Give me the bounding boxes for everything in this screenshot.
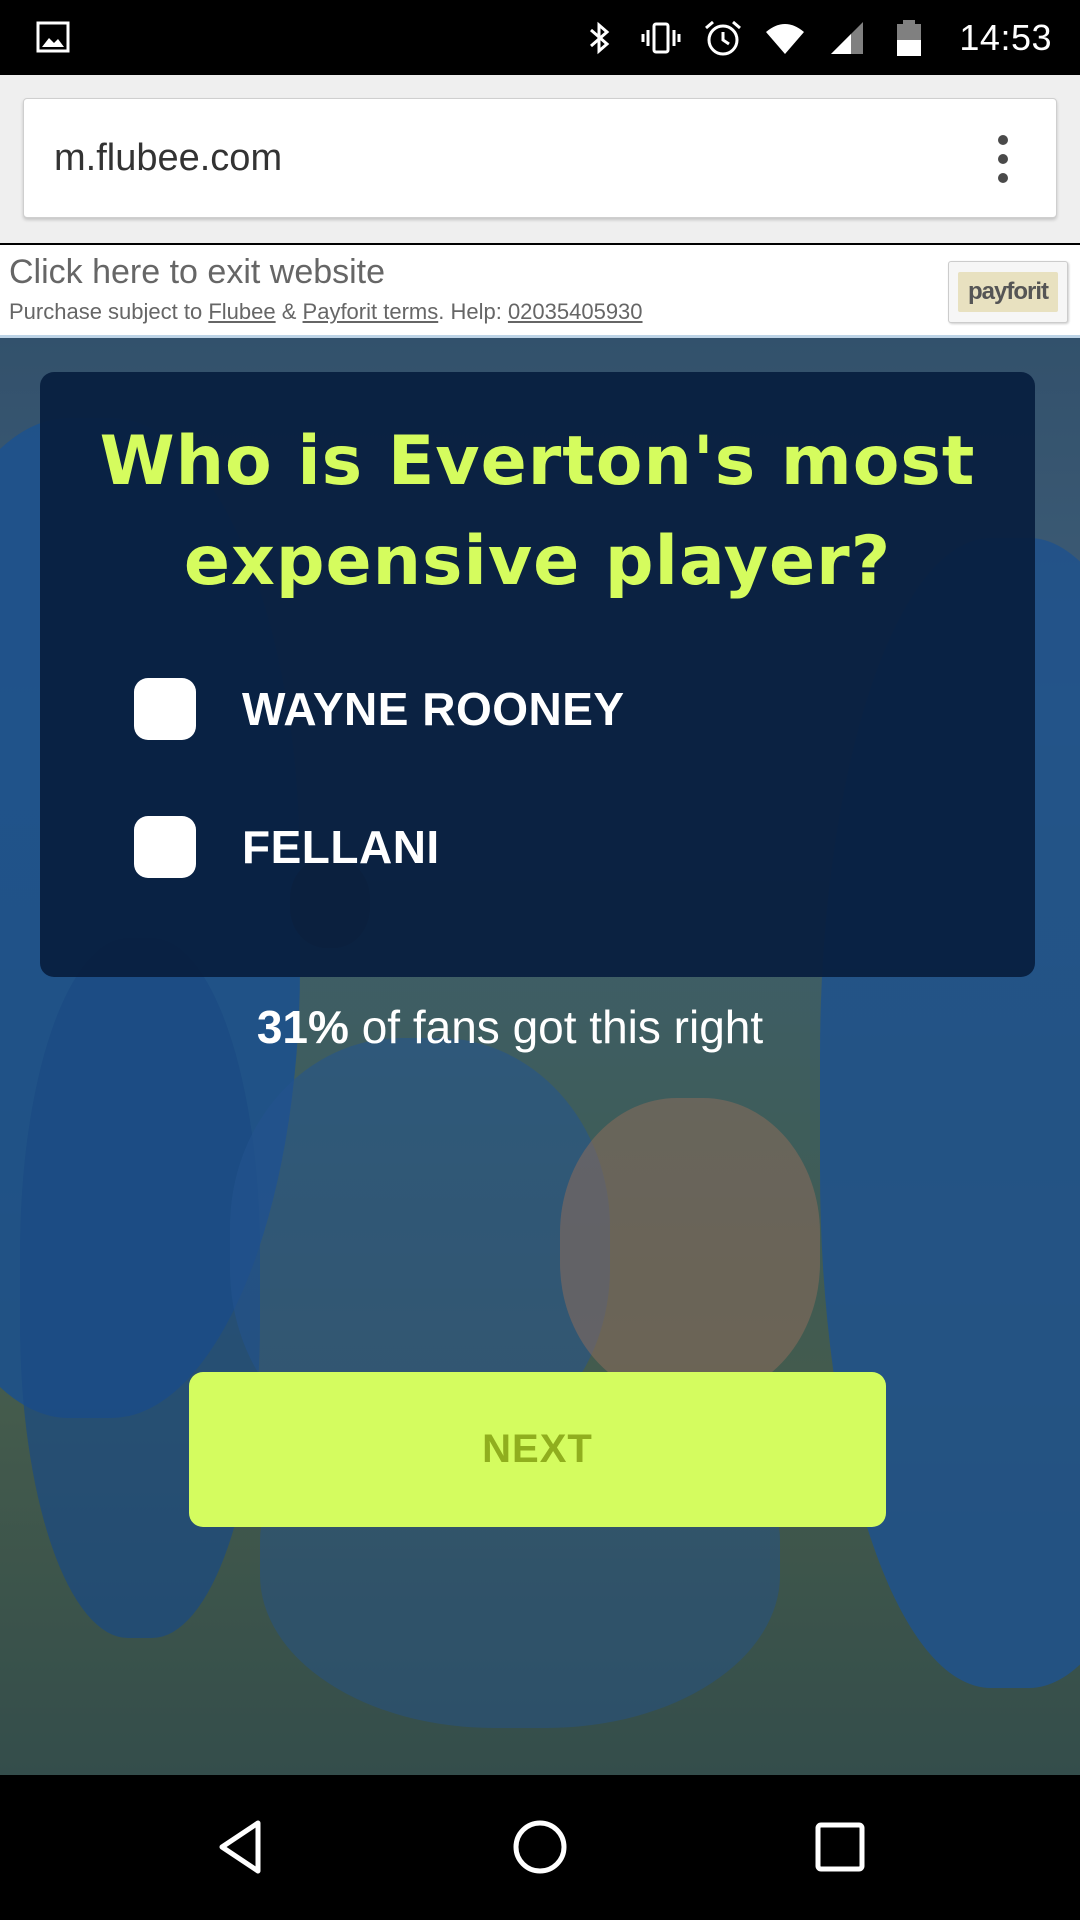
vibrate-icon: [641, 22, 681, 53]
navigation-bar: [0, 1775, 1080, 1920]
exit-banner: Click here to exit website Purchase subj…: [0, 245, 1080, 338]
answer-label[interactable]: FELLANI: [242, 820, 440, 874]
question-line-2: expensive player?: [183, 522, 892, 601]
answer-checkbox[interactable]: [134, 678, 196, 740]
bluetooth-icon: [590, 21, 610, 54]
help-prefix: . Help:: [438, 299, 508, 324]
flubee-terms-link[interactable]: Flubee: [208, 299, 275, 324]
back-icon[interactable]: [208, 1815, 272, 1879]
help-phone-link[interactable]: 02035405930: [508, 299, 643, 324]
home-icon[interactable]: [508, 1815, 572, 1879]
signal-icon: [831, 21, 864, 54]
status-icons: 14:53: [579, 0, 1052, 75]
exit-website-link[interactable]: Click here to exit website: [9, 253, 385, 292]
payforit-terms-link[interactable]: Payforit terms: [303, 299, 439, 324]
overflow-menu-icon[interactable]: [998, 135, 1008, 185]
wifi-icon: [766, 23, 805, 54]
status-time: 14:53: [959, 16, 1052, 58]
stat-text: of fans got this right: [348, 1001, 764, 1053]
next-button[interactable]: NEXT: [189, 1372, 886, 1527]
quiz-card: Who is Everton's most expensive player? …: [40, 372, 1035, 977]
purchase-terms: Purchase subject to Flubee & Payforit te…: [9, 299, 643, 325]
payforit-logo-text: payforit: [958, 272, 1058, 312]
recents-icon[interactable]: [808, 1815, 872, 1879]
answer-checkbox[interactable]: [134, 816, 196, 878]
terms-prefix: Purchase subject to: [9, 299, 209, 324]
image-icon: [36, 21, 70, 53]
question-line-1: Who is Everton's most: [99, 422, 976, 501]
answer-label[interactable]: WAYNE ROONEY: [242, 682, 625, 736]
payforit-logo: payforit: [948, 261, 1068, 323]
browser-toolbar: m.flubee.com: [0, 75, 1080, 243]
fans-stat: 31% of fans got this right: [0, 1000, 1020, 1054]
battery-icon: [897, 19, 922, 56]
url-text[interactable]: m.flubee.com: [54, 137, 282, 180]
status-bar: 14:53: [0, 0, 1080, 75]
quiz-question: Who is Everton's most expensive player?: [40, 412, 1035, 612]
answer-option-1[interactable]: WAYNE ROONEY: [134, 678, 625, 740]
answer-option-2[interactable]: FELLANI: [134, 816, 440, 878]
url-bar[interactable]: m.flubee.com: [23, 98, 1057, 218]
terms-amp: &: [275, 299, 303, 324]
alarm-icon: [705, 20, 742, 55]
stat-percent: 31%: [256, 1001, 349, 1053]
